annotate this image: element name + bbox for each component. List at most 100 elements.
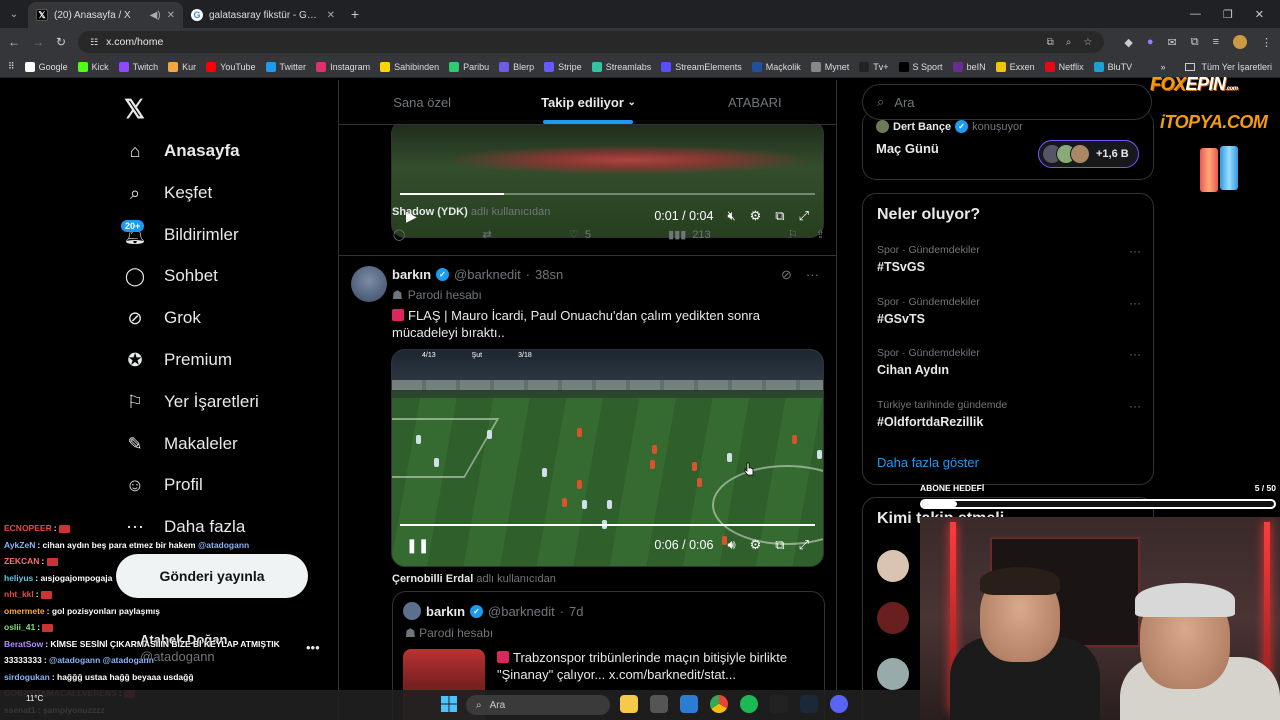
nav-item-profile[interactable]: ☺ Profil xyxy=(124,469,203,501)
bookmark-item[interactable]: Twitch xyxy=(118,61,158,72)
grok-icon[interactable]: ⊘ xyxy=(781,267,792,283)
tab-close-icon[interactable]: ✕ xyxy=(327,10,335,21)
show-more-link[interactable]: Daha fazla göster xyxy=(877,455,979,470)
discord-icon[interactable] xyxy=(830,695,848,713)
nav-item-premium[interactable]: ✪ Premium xyxy=(124,344,232,376)
bookmark-item[interactable]: Netflix xyxy=(1044,61,1084,72)
nav-item-chat[interactable]: ◯ Sohbet xyxy=(124,260,218,292)
media-icon[interactable]: ≡ xyxy=(1213,36,1219,48)
weather-widget[interactable]: 11°C xyxy=(26,694,43,703)
bookmark-item[interactable]: Mynet xyxy=(810,61,849,72)
store-icon[interactable] xyxy=(650,695,668,713)
live-space-card[interactable]: Dert Bançe ✓ konuşuyor Maç Günü +1,6 B xyxy=(862,110,1154,180)
suggestion-avatar[interactable] xyxy=(877,550,909,582)
minimize-icon[interactable]: — xyxy=(1190,8,1201,21)
bookmark-item[interactable]: Twitter xyxy=(265,61,306,72)
tab-following[interactable]: Takip ediliyor ⌄ xyxy=(505,80,671,124)
bookmark-item[interactable]: Streamlabs xyxy=(591,61,651,72)
bookmark-item[interactable]: S Sport xyxy=(898,61,943,72)
suggestion-avatar[interactable] xyxy=(877,602,909,634)
tab-x-home[interactable]: 𝕏 (20) Anasayfa / X ◀) ✕ xyxy=(28,2,183,28)
star-icon[interactable]: ☆ xyxy=(1083,37,1092,48)
trend-more-icon[interactable]: ··· xyxy=(1129,244,1141,258)
bookmark-item[interactable]: BluTV xyxy=(1093,61,1132,72)
reply-button[interactable]: ◯ xyxy=(393,228,405,241)
bookmark-item[interactable]: StreamElements xyxy=(661,61,742,72)
next-app-icon[interactable] xyxy=(770,695,788,713)
tab-audio-icon[interactable]: ◀) xyxy=(150,10,161,21)
extension-icon[interactable]: ● xyxy=(1147,36,1154,48)
close-window-icon[interactable]: ✕ xyxy=(1255,8,1264,21)
settings-icon[interactable]: ⚙ xyxy=(750,537,762,553)
repost-button[interactable]: ⇄ xyxy=(483,228,492,241)
tweet1-video[interactable]: ▶ 0:01 / 0:04 🔇︎ ⚙ ⧉ ⤢ xyxy=(391,120,824,238)
tab-search-icon[interactable]: ⌄ xyxy=(0,0,28,28)
nav-item-bookmark[interactable]: ⚐ Yer İşaretleri xyxy=(124,386,259,418)
bookmark-item[interactable]: beIN xyxy=(952,61,986,72)
trend-more-icon[interactable]: ··· xyxy=(1129,296,1141,310)
author-handle[interactable]: @barknedit xyxy=(454,267,521,282)
search-box[interactable]: ⌕ Ara xyxy=(862,84,1152,120)
menu-icon[interactable]: ⋮ xyxy=(1261,36,1272,49)
trend-item[interactable]: Spor · Gündemdekiler #TSvGS ··· xyxy=(877,244,1147,274)
bookmark-item[interactable]: Stripe xyxy=(544,61,582,72)
bookmark-item[interactable]: Paribu xyxy=(449,61,489,72)
tab-google[interactable]: G galatasaray fikstür - Google'da ✕ xyxy=(183,2,343,28)
popout-icon[interactable]: ⧉ xyxy=(775,208,784,224)
space-listeners[interactable]: +1,6 B xyxy=(1038,140,1139,168)
popout-icon[interactable]: ⧉ xyxy=(775,537,784,553)
zoom-icon[interactable]: ⌕ xyxy=(1066,37,1072,48)
start-icon[interactable] xyxy=(440,695,458,713)
bookmark-item[interactable]: YouTube xyxy=(206,61,256,72)
nav-item-search[interactable]: ⌕ Keşfet xyxy=(124,177,212,209)
bookmark-item[interactable]: Kick xyxy=(77,61,109,72)
taskbar-search[interactable]: ⌕ Ara xyxy=(466,695,610,715)
bookmark-item[interactable]: Sahibinden xyxy=(380,61,439,72)
trend-item[interactable]: Spor · Gündemdekiler #GSvTS ··· xyxy=(877,296,1147,326)
bookmark-item[interactable]: Tv+ xyxy=(859,61,889,72)
site-info-icon[interactable]: ☷ xyxy=(90,37,98,48)
more-icon[interactable]: ··· xyxy=(806,267,819,283)
trend-more-icon[interactable]: ··· xyxy=(1129,347,1141,361)
forward-icon[interactable]: → xyxy=(32,35,44,49)
volume-icon[interactable]: 🔊︎ xyxy=(727,537,735,553)
tab-close-icon[interactable]: ✕ xyxy=(167,10,175,21)
trend-item[interactable]: Türkiye tarihinde gündemde #OldfortdaRezi… xyxy=(877,399,1147,429)
chrome-icon[interactable] xyxy=(710,695,728,713)
trend-item[interactable]: Spor · Gündemdekiler Cihan Aydın ··· xyxy=(877,347,1147,377)
bookmark-item[interactable]: Exxen xyxy=(995,61,1035,72)
x-logo-icon[interactable]: 𝕏 xyxy=(124,94,145,125)
mail-icon[interactable]: ✉ xyxy=(1168,36,1177,49)
tab-for-you[interactable]: Sana özel xyxy=(339,80,505,124)
bookmark-item[interactable]: Google xyxy=(24,61,68,72)
nav-item-grok[interactable]: ⊘ Grok xyxy=(124,302,200,334)
bookmark-item[interactable]: Blerp xyxy=(499,61,534,72)
tab-atabari[interactable]: ATABARI xyxy=(672,80,836,124)
cast-icon[interactable]: ⧉ xyxy=(1047,37,1054,48)
source-user[interactable]: Çernobilli Erdal xyxy=(392,573,473,585)
reload-icon[interactable]: ↻ xyxy=(56,35,66,49)
trend-more-icon[interactable]: ··· xyxy=(1129,399,1141,413)
bookmark-item[interactable]: Maçkolik xyxy=(751,61,801,72)
fullscreen-icon[interactable]: ⤢ xyxy=(799,537,809,553)
bookmark-item[interactable]: Kur xyxy=(168,61,196,72)
fullscreen-icon[interactable]: ⤢ xyxy=(799,208,809,224)
bookmarks-more[interactable]: » xyxy=(1160,62,1165,72)
all-bookmarks[interactable]: Tüm Yer İşaretleri xyxy=(1201,62,1272,72)
spotify-icon[interactable] xyxy=(740,695,758,713)
share-icon[interactable]: ⇪ xyxy=(816,228,825,241)
author-name[interactable]: barkın xyxy=(392,267,431,282)
bookmark-item[interactable]: Instagram xyxy=(316,61,370,72)
nav-item-articles[interactable]: ✎ Makaleler xyxy=(124,428,237,460)
puzzle-icon[interactable]: ⧉ xyxy=(1191,36,1199,49)
nav-item-home[interactable]: ⌂ Anasayfa xyxy=(124,135,240,167)
bookmark-icon[interactable]: ⚐ xyxy=(788,228,798,241)
pause-icon[interactable]: ❚❚ xyxy=(406,537,429,554)
source-user[interactable]: Shadow (YDK) xyxy=(392,206,468,218)
new-tab-button[interactable]: + xyxy=(343,6,367,22)
extension-icon[interactable]: ◆ xyxy=(1124,36,1132,49)
tweet2-video[interactable]: 4/13 Şut 3/18 ❚❚ 0:06 / 0:06 🔊︎ ⚙ ⧉ ⤢ xyxy=(391,349,824,567)
restore-icon[interactable]: ❐ xyxy=(1223,8,1233,21)
views-button[interactable]: ▮▮▮ 213 xyxy=(668,228,711,242)
profile-avatar[interactable] xyxy=(1233,35,1247,49)
